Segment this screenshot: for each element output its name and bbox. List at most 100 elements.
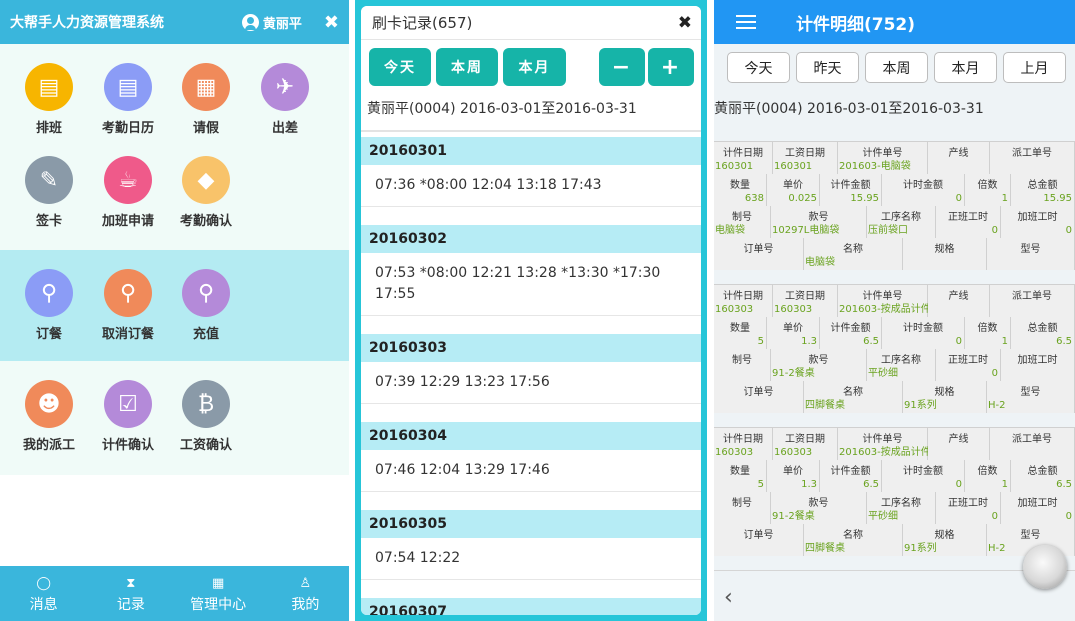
field-label: 派工单号 (1012, 291, 1052, 302)
tab-label: 我的 (291, 597, 320, 613)
swipe-records-screen: 刷卡记录(657) ✖ 今天 本周 本月 − + 黄丽平(0004) 2016-… (355, 0, 707, 621)
day-date: 20160307 (361, 598, 701, 615)
field-value: 0 (955, 336, 962, 347)
field-piece-no: 计件单号 201603-电脑袋 (838, 142, 928, 174)
field-time-amt: 计时金额 0 (882, 460, 965, 492)
minus-button[interactable]: − (599, 48, 645, 86)
calendar-icon: ▦ (182, 63, 230, 111)
menu-tile-tag[interactable]: ◆ 考勤确认 (166, 156, 246, 229)
piecework-record[interactable]: 计件日期 160303 工资日期 160303 计件单号 201603-按成品计件 产线 派工… (714, 284, 1075, 413)
field-label: 型号 (1020, 530, 1041, 541)
today-button[interactable]: 今天 (727, 52, 790, 83)
field-style-no: 款号 10297L电脑袋 (771, 206, 867, 238)
day-record[interactable]: 20160303 07:39 12:29 13:23 17:56 (361, 334, 701, 422)
menu-tile-spoon[interactable]: ⚲ 取消订餐 (88, 269, 168, 342)
field-value: 6.5 (1056, 336, 1072, 347)
this-week-button[interactable]: 本周 (436, 48, 498, 86)
airplane-icon: ✈ (261, 63, 309, 111)
day-record[interactable]: 20160302 07:53 *08:00 12:21 13:28 *13:30 … (361, 225, 701, 334)
icon-glyph: ◆ (197, 167, 215, 193)
piecework-record[interactable]: 计件日期 160301 工资日期 160301 计件单号 201603-电脑袋 产线 派工单号… (714, 141, 1075, 270)
field-value: H-2 (988, 543, 1006, 554)
field-process: 工序名称 压前袋口 (867, 206, 936, 238)
field-value: 160303 (774, 447, 813, 458)
icon-glyph: ▤ (117, 74, 139, 100)
back-arrow-icon[interactable]: ‹ (724, 585, 733, 610)
last-month-button[interactable]: 上月 (1003, 52, 1066, 83)
menu-tile-calendar[interactable]: ▦ 请假 (166, 63, 246, 136)
today-button[interactable]: 今天 (369, 48, 431, 86)
employee-range: 黄丽平(0004) 2016-03-01至2016-03-31 (367, 101, 637, 117)
tab-chat[interactable]: ◯ 消息 (0, 566, 87, 621)
menu-icon[interactable] (736, 11, 756, 33)
field-piece-no: 计件单号 201603-按成品计件 (838, 428, 931, 460)
this-month-button[interactable]: 本月 (503, 48, 566, 86)
field-label: 总金额 (1027, 323, 1058, 334)
tile-label: 取消订餐 (101, 327, 154, 342)
field-value: 0.025 (788, 193, 817, 204)
field-piece-amt: 计件金额 6.5 (820, 317, 882, 349)
day-record[interactable]: 20160307 (361, 598, 701, 615)
menu-tile-schedule[interactable]: ▤ 排班 (9, 63, 89, 136)
field-label: 倍数 (977, 180, 998, 191)
record-list[interactable]: 计件日期 160301 工资日期 160301 计件单号 201603-电脑袋 产线 派工单号… (714, 124, 1075, 570)
field-label: 型号 (1020, 244, 1041, 255)
field-time-amt: 计时金额 0 (882, 317, 965, 349)
menu-tile-spoon[interactable]: ⚲ 订餐 (9, 269, 89, 342)
app-title: 大帮手人力资源管理系统 (10, 15, 164, 31)
divider (361, 315, 701, 334)
day-record[interactable]: 20160304 07:46 12:04 13:29 17:46 (361, 422, 701, 510)
icon-glyph: ▤ (38, 74, 60, 100)
menu-tile-coffee-cup[interactable]: ☕ 加班申请 (88, 156, 168, 229)
field-line: 产线 (928, 428, 990, 460)
close-icon[interactable]: ✖ (678, 13, 692, 33)
menu-tile-calendar-check[interactable]: ☑ 计件确认 (88, 380, 168, 453)
user-menu[interactable]: 黄丽平 (241, 13, 302, 32)
this-week-button[interactable]: 本周 (865, 52, 928, 83)
menu-tile-spoon[interactable]: ⚲ 充值 (166, 269, 246, 342)
field-price: 单价 1.3 (767, 460, 820, 492)
menu-tile-edit[interactable]: ✎ 签卡 (9, 156, 89, 229)
tab-hourglass[interactable]: ⧗ 记录 (87, 566, 174, 621)
field-order-no: 订单号 (714, 238, 804, 270)
spoon-icon: ⚲ (25, 269, 73, 317)
piecework-record[interactable]: 计件日期 160303 工资日期 160303 计件单号 201603-按成品计件 产线 派工… (714, 427, 1075, 556)
menu-tile-airplane[interactable]: ✈ 出差 (245, 63, 325, 136)
plus-button[interactable]: + (648, 48, 694, 86)
field-label: 计件日期 (723, 291, 763, 302)
date-filter-buttons: 今天 昨天 本周 本月 上月 (727, 52, 1075, 83)
tile-label: 考勤确认 (179, 214, 232, 229)
day-record[interactable]: 20160305 07:54 12:22 (361, 510, 701, 598)
field-value: 0 (991, 368, 998, 379)
field-label: 正班工时 (948, 498, 988, 509)
field-label: 工资日期 (785, 148, 825, 159)
field-value: 6.5 (863, 479, 879, 490)
day-record[interactable]: 20160301 07:36 *08:00 12:04 13:18 17:43 (361, 137, 701, 225)
field-label: 计件金额 (830, 323, 871, 334)
yesterday-button[interactable]: 昨天 (796, 52, 859, 83)
person-icon: ♙ (299, 576, 312, 591)
tab-label: 记录 (116, 597, 145, 613)
tile-label: 考勤日历 (101, 121, 154, 136)
close-icon[interactable]: ✖ (324, 12, 339, 33)
field-multiple: 倍数 1 (965, 174, 1011, 206)
field-value: 201603-电脑袋 (839, 161, 911, 172)
field-price: 单价 1.3 (767, 317, 820, 349)
field-dispatch-no: 派工单号 (990, 142, 1075, 174)
field-value: 1 (1001, 479, 1008, 490)
tab-person[interactable]: ♙ 我的 (262, 566, 349, 621)
piecework-section: ☻ 我的派工 ☑ 计件确认 ₿ 工资确认 (0, 361, 349, 475)
menu-tile-bitcoin[interactable]: ₿ 工资确认 (166, 380, 246, 453)
menu-tile-calendar-list[interactable]: ▤ 考勤日历 (88, 63, 168, 136)
field-line: 产线 (928, 142, 990, 174)
floating-assist-button[interactable] (1023, 545, 1067, 589)
field-make-no: 制号 (714, 349, 771, 381)
field-value: 1 (1001, 193, 1008, 204)
field-wage-date: 工资日期 160303 (773, 428, 838, 460)
record-row: 制号 款号 91-2餐桌 工序名称 平砂细 正班工时 0 加班工时 0 (714, 492, 1075, 524)
field-label: 产线 (948, 291, 969, 302)
tab-grid[interactable]: ▦ 管理中心 (175, 566, 262, 621)
field-label: 单价 (783, 466, 803, 477)
this-month-button[interactable]: 本月 (934, 52, 997, 83)
menu-tile-user[interactable]: ☻ 我的派工 (9, 380, 89, 453)
